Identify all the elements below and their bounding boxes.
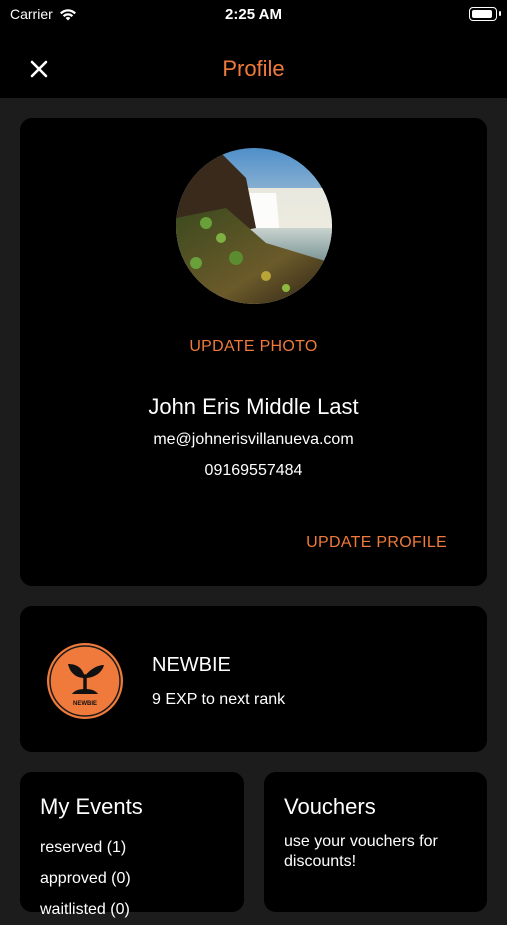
page-title: Profile (222, 56, 285, 81)
rank-progress-text: 9 EXP to next rank (152, 691, 286, 708)
battery-icon (469, 7, 501, 21)
vouchers-description: use your vouchers for discounts! (284, 833, 438, 870)
profile-name: John Eris Middle Last (148, 394, 359, 419)
status-time: 2:25 AM (225, 6, 282, 23)
events-item-reserved[interactable]: reserved (1) (40, 832, 131, 863)
update-photo-button[interactable]: UPDATE PHOTO (20, 338, 487, 356)
update-profile-button[interactable]: UPDATE PROFILE (306, 534, 447, 552)
badge-text: NEWBIE (73, 701, 97, 707)
profile-email: me@johnerisvillanueva.com (153, 431, 354, 448)
events-item-approved[interactable]: approved (0) (40, 863, 131, 894)
my-events-title: My Events (40, 794, 143, 819)
events-list: reserved (1) approved (0) waitlisted (0) (40, 832, 131, 925)
rank-badge-icon: NEWBIE (46, 642, 124, 720)
avatar-image (176, 148, 332, 304)
vouchers-card[interactable]: Vouchers use your vouchers for discounts… (264, 772, 487, 912)
rank-card[interactable]: NEWBIE NEWBIE 9 EXP to next rank (20, 606, 487, 752)
profile-card: UPDATE PHOTO John Eris Middle Last me@jo… (20, 118, 487, 586)
navigation-bar: Profile (0, 28, 507, 98)
profile-phone: 09169557484 (204, 462, 303, 479)
status-bar: Carrier 2:25 AM (0, 0, 507, 28)
rank-name: NEWBIE (152, 654, 231, 676)
vouchers-title: Vouchers (284, 794, 376, 819)
events-item-waitlisted[interactable]: waitlisted (0) (40, 894, 131, 925)
my-events-card[interactable]: My Events reserved (1) approved (0) wait… (20, 772, 244, 918)
avatar (176, 148, 332, 304)
